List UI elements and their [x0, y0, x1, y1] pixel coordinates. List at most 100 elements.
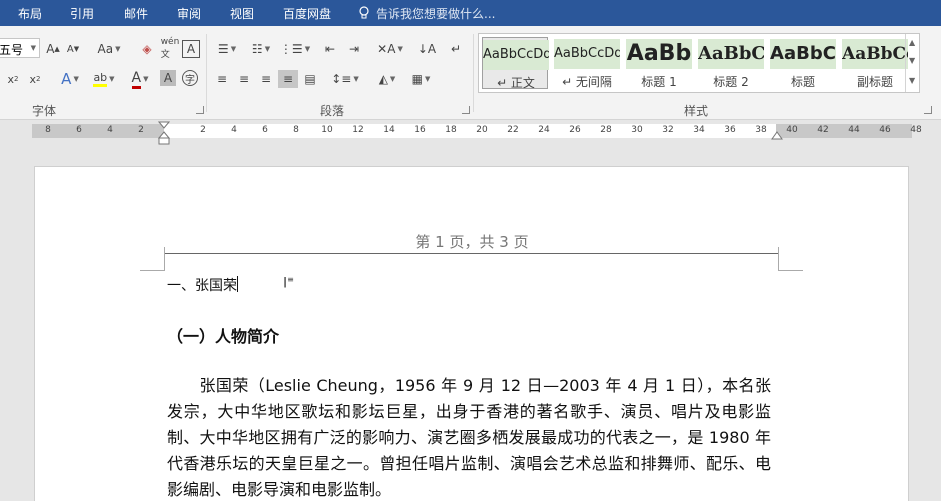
tab-layout[interactable]: 布局 [18, 5, 42, 22]
styles-scrollbar[interactable]: ▲ ▼ ▼ [905, 34, 919, 92]
styles-dialog-launcher-icon[interactable] [924, 106, 932, 114]
tell-me-search[interactable]: 告诉我您想要做什么... [358, 5, 495, 22]
ruler-tick-label: 34 [693, 125, 705, 135]
ruler-tick-label: 8 [293, 125, 299, 135]
ruler-tick-label: 30 [631, 125, 643, 135]
ruler-tick-label: 8 [45, 125, 51, 135]
ruler-tick-label: 48 [910, 125, 922, 135]
increase-indent-icon[interactable]: ⇥ [344, 40, 364, 58]
tab-view[interactable]: 视图 [230, 5, 254, 22]
chevron-down-icon: ▼ [30, 44, 36, 52]
change-case-icon[interactable]: Aa ▼ [94, 40, 124, 58]
ruler-tick-label: 28 [600, 125, 612, 135]
ruler-tick-label: 26 [569, 125, 581, 135]
style-sample: AaBbCc [842, 39, 908, 69]
ruler-tick-label: 18 [445, 125, 457, 135]
style-heading-1[interactable]: AaBb 标题 1 [626, 37, 692, 89]
tab-review[interactable]: 审阅 [177, 5, 201, 22]
ruler-area: 8 6 4 2 2 4 6 8 10 12 14 16 18 20 22 24 26 28 30 32 34 36 38 40… [0, 120, 941, 146]
font-group-label: 字体 [32, 104, 57, 118]
ruler-tick-label: 32 [662, 125, 674, 135]
line-spacing-icon[interactable]: ↕≡ ▼ [330, 70, 360, 88]
align-left-icon[interactable]: ≡ [212, 70, 232, 88]
shrink-font-icon[interactable]: A ▼ [64, 40, 82, 58]
tab-baidu-netdisk[interactable]: 百度网盘 [283, 5, 331, 22]
align-right-icon[interactable]: ≡ [256, 70, 276, 88]
indent-marker-icon[interactable] [158, 120, 170, 148]
subscript-icon[interactable]: x2 [4, 70, 22, 88]
margin-corner-mark [164, 247, 165, 271]
style-sample: AaBb [626, 39, 692, 69]
style-name: ↵ 正文 [497, 76, 535, 90]
styles-group-label: 样式 [684, 104, 709, 118]
character-shading-icon[interactable]: A [160, 70, 176, 86]
ruler-tick-label: 46 [879, 125, 891, 135]
ribbon: 五号 ▼ A ▲ A ▼ Aa ▼ ◈ wén 文 A x2 x2 A ▼ ab ▼ A ▼ A… [0, 26, 941, 120]
decrease-indent-icon[interactable]: ⇤ [320, 40, 340, 58]
ruler-tick-label: 40 [786, 125, 798, 135]
ruler-tick-label: 2 [138, 125, 144, 135]
paragraph-dialog-launcher-icon[interactable] [462, 106, 470, 114]
style-no-spacing[interactable]: AaBbCcDd ↵ 无间隔 [554, 37, 620, 89]
justify-icon[interactable]: ≡ [278, 70, 298, 88]
heading-1[interactable]: 一、张国荣 [167, 275, 238, 295]
font-size-value: 五号 [0, 43, 24, 57]
tell-me-text: 告诉我您想要做什么... [376, 7, 496, 21]
text-effects-icon[interactable]: A ▼ [56, 70, 84, 88]
ruler-tick-label: 16 [414, 125, 426, 135]
multilevel-list-icon[interactable]: ⋮☰ ▼ [280, 40, 310, 58]
chevron-up-icon[interactable]: ▲ [909, 38, 915, 47]
chevron-down-icon[interactable]: ▼ [909, 56, 915, 65]
show-formatting-marks-icon[interactable]: ↵ [446, 40, 466, 58]
enclose-characters-icon[interactable]: 字 [182, 70, 198, 86]
distributed-icon[interactable]: ▤ [300, 70, 320, 88]
style-name: 标题 2 [713, 75, 749, 89]
sort-icon[interactable]: ↓A [416, 40, 438, 58]
chinese-layout-icon[interactable]: ✕A ▼ [374, 40, 406, 58]
tab-mailings[interactable]: 邮件 [124, 5, 148, 22]
ruler-tick-label: 24 [538, 125, 550, 135]
margin-corner-mark [140, 270, 165, 271]
style-name: 标题 [790, 75, 815, 89]
page-header-text[interactable]: 第 1 页，共 3 页 [165, 231, 779, 252]
style-name: 标题 1 [641, 75, 677, 89]
font-color-icon[interactable]: A ▼ [124, 70, 156, 89]
text-cursor [237, 276, 238, 292]
right-indent-marker-icon[interactable] [771, 131, 783, 141]
style-title[interactable]: AaBbC 标题 [770, 37, 836, 89]
group-separator [473, 34, 474, 112]
body-paragraph[interactable]: 张国荣（Leslie Cheung，1956 年 9 月 12 日—2003 年… [167, 373, 771, 501]
style-subtitle[interactable]: AaBbCc 副标题 [842, 37, 908, 89]
lightbulb-icon [359, 6, 369, 19]
style-heading-2[interactable]: AaBbC 标题 2 [698, 37, 764, 89]
phonetic-guide-icon[interactable]: wén 文 [160, 37, 180, 60]
ruler-tick-label: 4 [231, 125, 237, 135]
margin-corner-mark [778, 247, 779, 271]
left-margin-zone [32, 124, 164, 138]
margin-corner-mark [778, 270, 803, 271]
borders-icon[interactable]: ▦ ▼ [406, 70, 436, 88]
style-normal[interactable]: AaBbCcDd ↵ 正文 [482, 37, 549, 90]
highlight-color-icon[interactable]: ab ▼ [88, 70, 120, 88]
superscript-icon[interactable]: x2 [26, 70, 44, 88]
menu-bar: 布局 引用 邮件 审阅 视图 百度网盘 告诉我您想要做什么... [0, 0, 941, 26]
clear-formatting-icon[interactable]: ◈ [138, 40, 156, 58]
numbering-icon[interactable]: ☷ ▼ [246, 40, 276, 58]
character-border-icon[interactable]: A [182, 40, 200, 58]
style-sample: AaBbC [770, 39, 836, 69]
tab-references[interactable]: 引用 [70, 5, 94, 22]
ruler-tick-label: 2 [200, 125, 206, 135]
more-styles-icon[interactable]: ▼ [909, 76, 915, 85]
bullets-icon[interactable]: ☰ ▼ [212, 40, 242, 58]
shading-icon[interactable]: ◭ ▼ [372, 70, 402, 88]
ruler-tick-label: 20 [476, 125, 488, 135]
font-size-select[interactable]: 五号 ▼ [0, 38, 40, 58]
document-page[interactable]: 第 1 页，共 3 页 一、张国荣 I≡ （一）人物简介 张国荣（Leslie … [34, 166, 909, 501]
grow-font-icon[interactable]: A ▲ [44, 40, 62, 58]
heading-2[interactable]: （一）人物简介 [167, 323, 279, 347]
font-dialog-launcher-icon[interactable] [196, 106, 204, 114]
ruler-tick-label: 6 [76, 125, 82, 135]
align-center-icon[interactable]: ≡ [234, 70, 254, 88]
ruler-tick-label: 36 [724, 125, 736, 135]
heading-1-text: 一、张国荣 [167, 278, 237, 294]
